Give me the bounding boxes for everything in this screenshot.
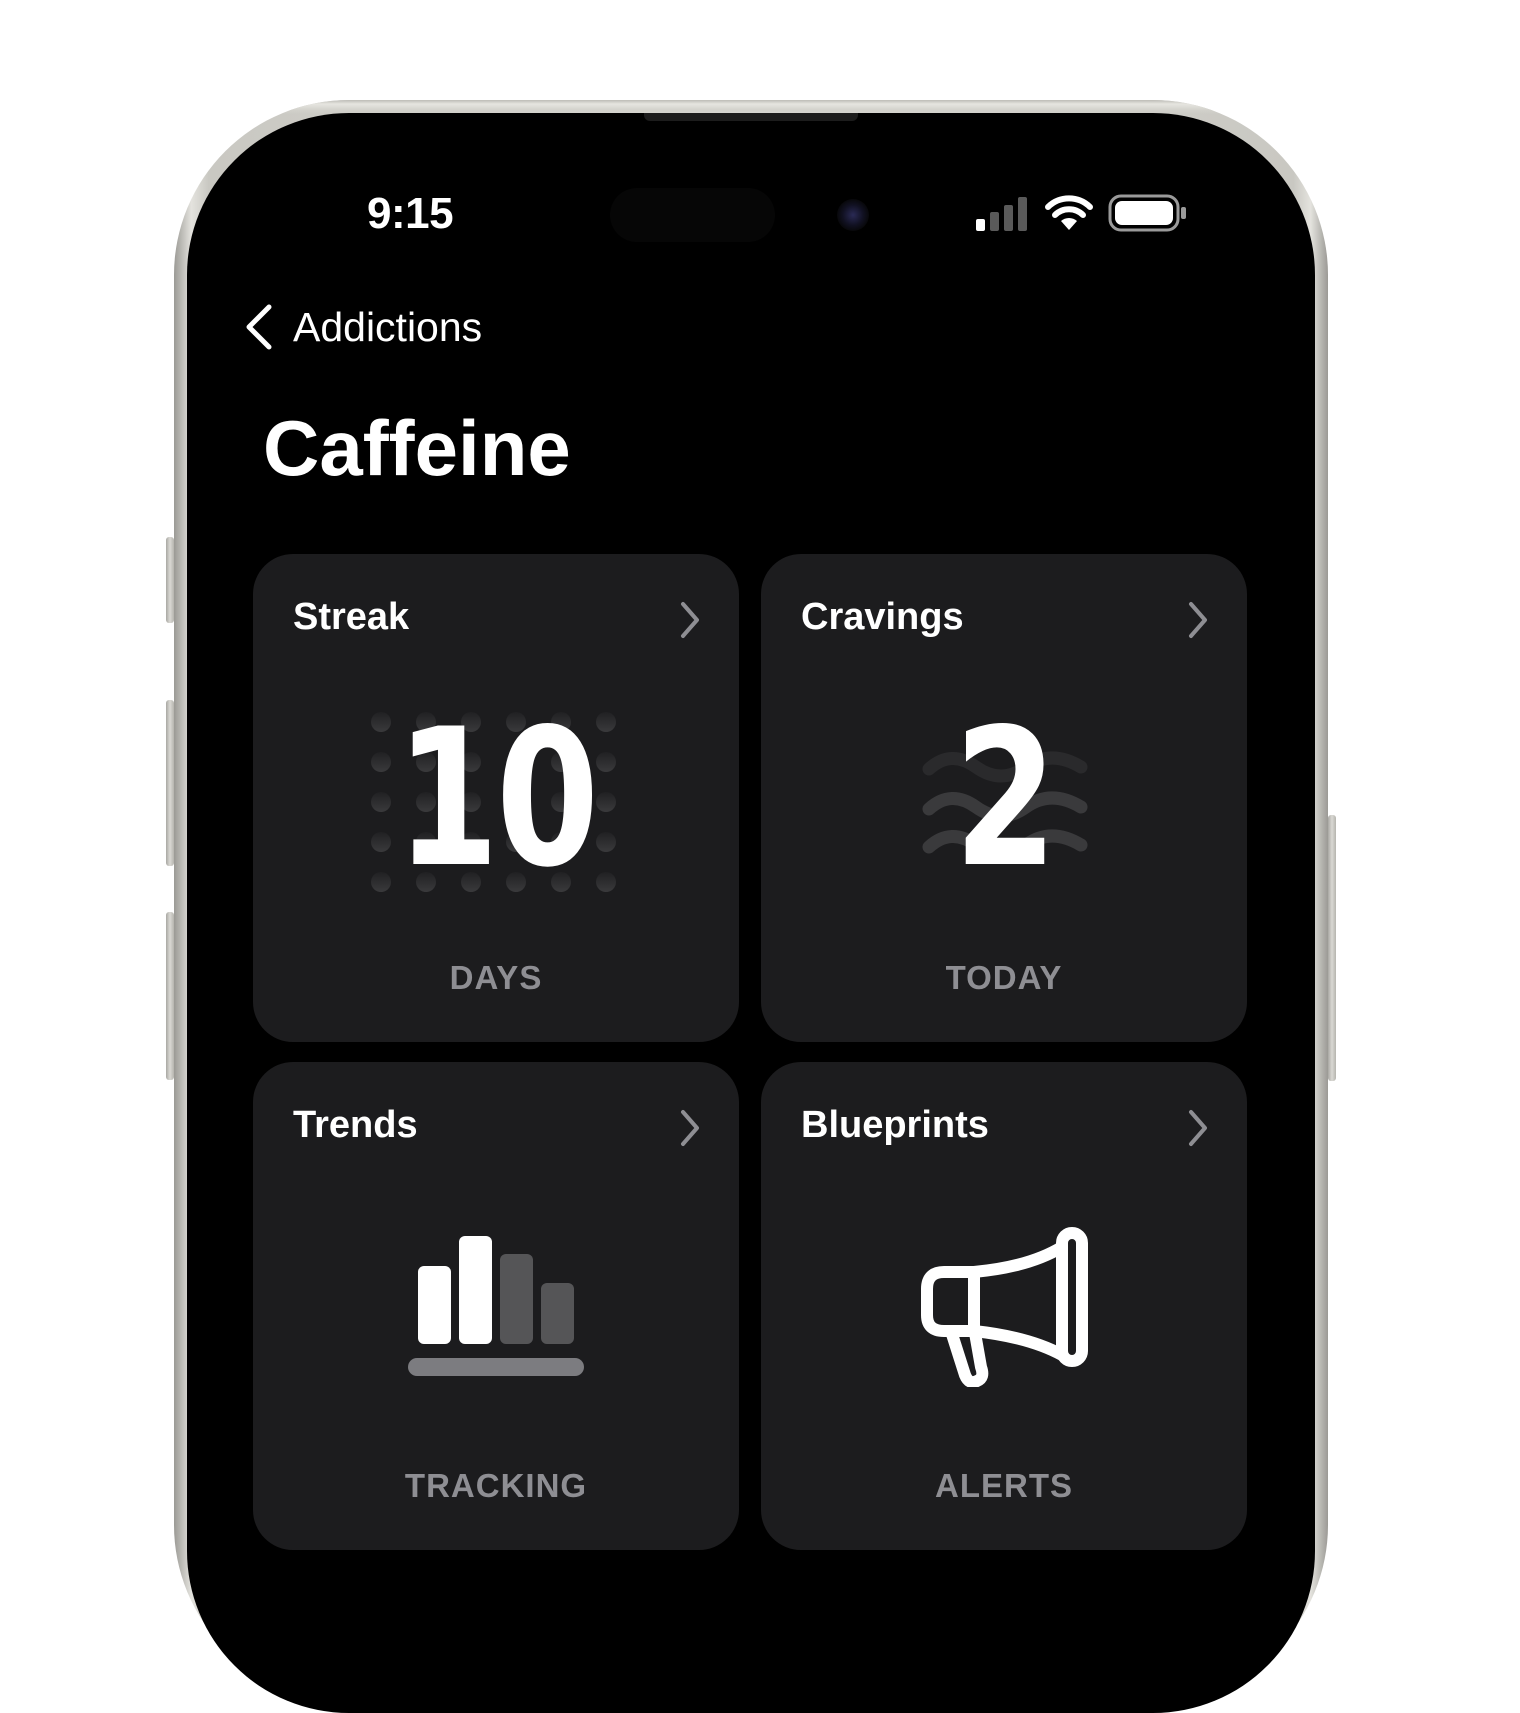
battery-icon [1108,194,1186,232]
dynamic-island [610,188,775,242]
back-button-label: Addictions [293,303,483,350]
card-caption: TRACKING [404,1467,588,1504]
status-icons [974,193,1188,233]
blueprints-card[interactable]: Blueprints ALERTS [761,1062,1247,1550]
status-time: 9:15 [367,189,454,238]
streak-value: 10 [396,688,599,909]
cravings-value: 2 [953,688,1057,909]
cravings-card[interactable]: Cravings 2 TODAY [761,554,1247,1042]
card-title: Streak [293,596,410,638]
camera-icon [837,199,869,231]
chevron-right-icon [1189,602,1207,638]
cellular-signal-icon [976,197,1027,231]
card-caption: DAYS [449,959,543,996]
card-title: Cravings [801,596,964,638]
volume-up-button [166,700,174,866]
trends-card[interactable]: Trends TRACKING [253,1062,739,1550]
card-title: Trends [293,1104,418,1146]
chevron-right-icon [681,1110,699,1146]
chevron-left-icon [246,304,272,350]
power-button [1328,815,1336,1081]
volume-down-button [166,912,174,1080]
card-title: Blueprints [801,1104,989,1146]
action-button [166,537,174,623]
card-caption: TODAY [945,959,1063,996]
phone-screen: 9:15 Addictions Caffeine Streak 10 DAYS … [187,113,1315,1713]
back-button[interactable]: Addictions [243,303,482,351]
page-title: Caffeine [263,404,571,492]
speaker-grille [644,113,858,121]
chevron-right-icon [1189,1110,1207,1146]
bar-chart-icon [408,1236,584,1376]
wifi-icon [1045,195,1093,230]
streak-card[interactable]: Streak 10 DAYS [253,554,739,1042]
megaphone-icon [921,1227,1088,1387]
card-caption: ALERTS [935,1467,1073,1504]
chevron-right-icon [681,602,699,638]
